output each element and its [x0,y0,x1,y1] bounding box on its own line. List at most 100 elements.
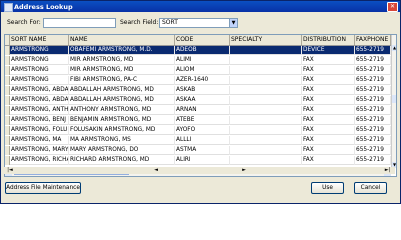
search-field-value: SORT [162,19,178,26]
table-cell: 655-2719 [355,56,391,65]
table-cell: ARMSTRONG, MA [10,136,69,145]
prev-record-icon[interactable]: ◄ [116,167,196,174]
table-cell [230,96,302,105]
table-cell: AZER-1640 [175,76,230,85]
table-cell: FAX [302,66,355,75]
table-cell [230,136,302,145]
table-cell [230,76,302,85]
grid-header: SORT NAME NAME CODE SPECIALTY DISTRIBUTI… [5,35,391,46]
table-cell: ARMSTRONG, ABDA [11,86,69,95]
table-cell [230,86,302,95]
table-cell: RICHARD ARMSTRONG, MD [69,156,175,165]
table-cell: ARMSTRONG [10,46,69,55]
table-cell: ASTMA [175,146,230,155]
table-cell: FOLUSAKIN ARMSTRONG, MD [69,126,175,135]
table-cell [230,46,302,55]
use-button[interactable]: Use [311,182,344,194]
results-grid: SORT NAME NAME CODE SPECIALTY DISTRIBUTI… [4,34,397,177]
table-cell: 655-2719 [355,76,391,85]
table-cell: ARMSTRONG [10,56,69,65]
table-cell: MIR ARMSTRONG, MD [69,56,175,65]
table-cell [230,56,302,65]
table-cell: 655-2719 [355,136,391,145]
scroll-up-icon[interactable]: ▲ [392,45,396,51]
table-row[interactable]: ARMSTRONG, BENJ BENJAMIN ARMSTRONG, MD ATE… [5,116,391,125]
table-cell: 655-2719 [355,106,391,115]
table-cell: BENJAMIN ARMSTRONG, MD [69,116,175,125]
table-cell: ANTHONY ARMSTRONG, MD [69,106,175,115]
table-row[interactable]: ARMSTRONG, FOLU FOLUSAKIN ARMSTRONG, MD AY… [5,126,391,135]
table-cell: FAX [302,86,355,95]
search-field-label: Search Field: [120,19,159,26]
table-row[interactable]: ARMSTRONG, ANTH ANTHONY ARMSTRONG, MD ARNA… [5,106,391,115]
next-record-icon[interactable]: ► [204,167,284,174]
table-row[interactable]: ARMSTRONG, MA MA ARMSTRONG, MS ALLLI FAX 655… [5,136,391,145]
table-cell: 655-2719 [355,46,391,55]
address-file-maintenance-button[interactable]: Address File Maintenance [5,182,81,194]
table-cell: FAX [302,136,355,145]
column-header-code[interactable]: CODE [175,35,230,45]
table-cell: FAX [302,56,355,65]
table-cell: 655-2719 [355,96,391,105]
table-cell: ALIOM [175,66,230,75]
column-header-distribution[interactable]: DISTRIBUTION [302,35,355,45]
table-row[interactable]: ARMSTRONG, MARY MARY ARMSTRONG, DO ASTMA FA… [5,146,391,155]
search-bar: Search For: Search Field: SORT ▼ [1,13,400,33]
table-row[interactable]: ARMSTRONG OBAFEMI ARMSTRONG, M.D. ADEOB DEV… [5,46,391,55]
table-row[interactable]: ARMSTRONG, ABDA ABDALLAH ARMSTRONG, MD ASK… [5,86,391,95]
record-pager: |◄ ◄ ► ►| [4,167,395,174]
column-header-sort-name[interactable]: SORT NAME [10,35,69,45]
table-row[interactable]: ARMSTRONG FIBI ARMSTRONG, PA-C AZER-1640 FA… [5,76,391,85]
table-row[interactable]: ARMSTRONG, RICHA RICHARD ARMSTRONG, MD ALI… [5,156,391,165]
table-cell: FAX [302,156,355,165]
app-icon [4,3,13,12]
table-cell: FAX [302,76,355,85]
title-bar[interactable]: Address Lookup ✕ [1,1,400,12]
table-cell [230,116,302,125]
table-cell: ABDALLAH ARMSTRONG, MD [69,96,175,105]
table-cell: FAX [302,96,355,105]
table-cell: 655-2719 [355,156,391,165]
search-for-input[interactable] [43,18,116,28]
table-cell: ARMSTRONG, ABDA [11,96,69,105]
table-row[interactable]: ARMSTRONG MIR ARMSTRONG, MD ALIMI FAX 655-27… [5,56,391,65]
table-cell: ARNAN [175,106,230,115]
table-cell: ASKAB [175,86,230,95]
chevron-down-icon[interactable]: ▼ [229,19,237,27]
table-cell: ARMSTRONG, FOLU [11,126,69,135]
scroll-thumb[interactable] [392,95,396,103]
table-row[interactable]: ARMSTRONG, ABDA ABDALLAH ARMSTRONG, MD ASK… [5,96,391,105]
table-cell: 655-2719 [355,126,391,135]
table-cell: FAX [302,126,355,135]
table-cell: ATEBE [175,116,230,125]
table-cell: FAX [302,146,355,155]
table-cell [230,126,302,135]
column-header-name[interactable]: NAME [69,35,175,45]
table-cell: ALIMI [175,56,230,65]
search-field-select[interactable]: SORT ▼ [159,18,238,28]
table-row[interactable]: ARMSTRONG MIR ARMSTRONG, MD ALIOM FAX 655-27… [5,66,391,75]
table-cell [230,146,302,155]
table-cell: MARY ARMSTRONG, DO [69,146,175,155]
table-cell [230,66,302,75]
table-cell: ARMSTRONG, MARY [11,146,69,155]
table-cell: 655-2719 [355,116,391,125]
table-cell: FIBI ARMSTRONG, PA-C [69,76,175,85]
table-cell [230,106,302,115]
last-record-icon[interactable]: ►| [380,167,395,174]
table-cell: ALIRI [175,156,230,165]
table-cell: 655-2719 [355,86,391,95]
cancel-button[interactable]: Cancel [354,182,387,194]
window-title: Address Lookup [14,2,73,11]
table-cell: ALLLI [175,136,230,145]
search-for-label: Search For: [7,19,41,26]
address-lookup-window: Address Lookup ✕ Search For: Search Fiel… [0,0,401,204]
column-header-specialty[interactable]: SPECIALTY [230,35,302,45]
vertical-scrollbar[interactable]: ▲ ▼ [391,35,396,168]
first-record-icon[interactable]: |◄ [4,167,16,174]
table-cell: OBAFEMI ARMSTRONG, M.D. [69,46,175,55]
table-cell: ARMSTRONG, BENJ [10,116,69,125]
table-cell: ABDALLAH ARMSTRONG, MD [69,86,175,95]
close-icon[interactable]: ✕ [387,2,398,12]
column-header-faxphone[interactable]: FAXPHONE [355,35,391,45]
